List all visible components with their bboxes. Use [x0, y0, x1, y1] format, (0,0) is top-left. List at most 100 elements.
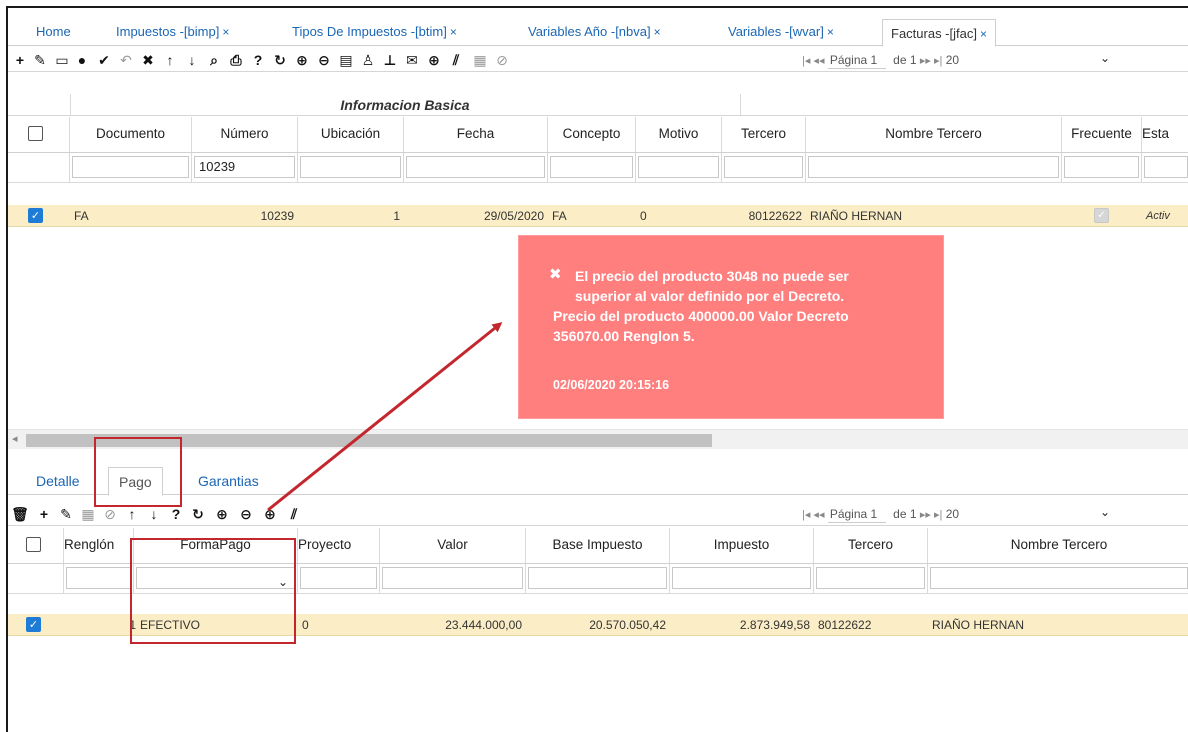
refresh-icon[interactable]: ↻	[270, 50, 290, 70]
comment-icon[interactable]: ▤	[336, 50, 356, 70]
arrow-up-icon[interactable]: ↑	[122, 504, 142, 524]
filter-estado[interactable]	[1144, 156, 1188, 178]
undo-icon[interactable]: ↶	[116, 50, 136, 70]
filter-concepto[interactable]	[550, 156, 633, 178]
tab-tipos-impuestos[interactable]: Tipos De Impuestos -[btim] ×	[284, 18, 465, 46]
filter-proyecto[interactable]	[300, 567, 377, 589]
user-icon[interactable]: ♙	[358, 50, 378, 70]
col-ubicacion[interactable]: Ubicación	[298, 117, 404, 152]
next-page-icon[interactable]: ▸▸ ▸|	[920, 509, 942, 521]
arrow-up-icon[interactable]: ↑	[160, 50, 180, 70]
tab-variables[interactable]: Variables -[wvar] ×	[720, 18, 842, 46]
col-renglon[interactable]: Renglón	[64, 528, 134, 563]
close-icon[interactable]: ×	[222, 25, 229, 39]
filter-documento[interactable]	[72, 156, 189, 178]
block-icon[interactable]: ⊘	[100, 504, 120, 524]
filter-tercero[interactable]	[724, 156, 803, 178]
col-nombre-tercero[interactable]: Nombre Tercero	[928, 528, 1188, 563]
zoom-in-icon[interactable]: ⊕	[212, 504, 232, 524]
tab-variables-ano[interactable]: Variables Año -[nbva] ×	[520, 18, 669, 46]
filter-fecha[interactable]	[406, 156, 545, 178]
arrow-down-icon[interactable]: ↓	[182, 50, 202, 70]
chevron-down-icon[interactable]: ⌄	[1100, 505, 1110, 519]
plus-circle-icon[interactable]: ⊕	[260, 504, 280, 524]
col-motivo[interactable]: Motivo	[636, 117, 722, 152]
col-tercero[interactable]: Tercero	[722, 117, 806, 152]
first-page-icon[interactable]: |◂ ◂◂	[802, 509, 824, 521]
filter-renglon[interactable]	[66, 567, 131, 589]
first-page-icon[interactable]: |◂ ◂◂	[802, 55, 824, 67]
save-icon[interactable]: ●	[72, 50, 92, 70]
page-size[interactable]: 20	[946, 507, 959, 521]
col-fecha[interactable]: Fecha	[404, 117, 548, 152]
page-input[interactable]: Página 1	[827, 51, 886, 69]
grid-icon[interactable]: ▦	[470, 50, 490, 70]
cancel-icon[interactable]: ✖	[138, 50, 158, 70]
trash-icon[interactable]: 🗑	[10, 504, 30, 524]
tab-impuestos[interactable]: Impuestos -[bimp] ×	[108, 18, 237, 46]
scroll-left-icon[interactable]: ◂	[12, 432, 18, 445]
add-icon[interactable]: +	[34, 504, 54, 524]
col-concepto[interactable]: Concepto	[548, 117, 636, 152]
chevron-down-icon[interactable]: ⌄	[1100, 51, 1110, 65]
col-nombre-tercero[interactable]: Nombre Tercero	[806, 117, 1062, 152]
row-checkbox[interactable]: ✓	[26, 617, 41, 632]
check-icon[interactable]: ✔	[94, 50, 114, 70]
col-numero[interactable]: Número	[192, 117, 298, 152]
arrow-down-icon[interactable]: ↓	[144, 504, 164, 524]
close-icon[interactable]: ×	[980, 27, 987, 41]
zoom-in-icon[interactable]: ⊕	[292, 50, 312, 70]
pin-icon[interactable]: ⊥	[380, 50, 400, 70]
search-icon[interactable]: ⌕	[204, 50, 224, 70]
edit-icon[interactable]: ✎	[56, 504, 76, 524]
plus-circle-icon[interactable]: ⊕	[424, 50, 444, 70]
zoom-out-icon[interactable]: ⊖	[314, 50, 334, 70]
col-valor[interactable]: Valor	[380, 528, 526, 563]
zoom-out-icon[interactable]: ⊖	[236, 504, 256, 524]
filter-valor[interactable]	[382, 567, 523, 589]
refresh-icon[interactable]: ↻	[188, 504, 208, 524]
slash-icon[interactable]: ⫽	[284, 504, 304, 524]
tab-detalle[interactable]: Detalle	[26, 467, 90, 495]
add-icon[interactable]: +	[10, 50, 30, 70]
tab-facturas[interactable]: Facturas -[jfac] ×	[882, 19, 996, 47]
filter-base-impuesto[interactable]	[528, 567, 667, 589]
help-icon[interactable]: ?	[166, 504, 186, 524]
col-base-impuesto[interactable]: Base Impuesto	[526, 528, 670, 563]
col-documento[interactable]: Documento	[70, 117, 192, 152]
close-icon[interactable]: ×	[450, 25, 457, 39]
page-input[interactable]: Página 1	[827, 505, 886, 523]
select-all-checkbox[interactable]	[26, 537, 41, 552]
print-icon[interactable]: ⎙	[226, 50, 246, 70]
filter-tercero[interactable]	[816, 567, 925, 589]
slash-icon[interactable]: ⫽	[446, 50, 466, 70]
erase-icon[interactable]: ▭	[52, 50, 72, 70]
col-frecuente[interactable]: Frecuente	[1062, 117, 1142, 152]
next-page-icon[interactable]: ▸▸ ▸|	[920, 55, 942, 67]
filter-motivo[interactable]	[638, 156, 719, 178]
tab-home[interactable]: Home	[28, 18, 79, 46]
col-estado[interactable]: Esta	[1142, 117, 1188, 152]
tab-garantias[interactable]: Garantias	[188, 467, 269, 495]
block-icon[interactable]: ⊘	[492, 50, 512, 70]
col-impuesto[interactable]: Impuesto	[670, 528, 814, 563]
select-all-checkbox[interactable]	[28, 126, 43, 141]
filter-nombre-tercero[interactable]	[930, 567, 1188, 589]
help-icon[interactable]: ?	[248, 50, 268, 70]
col-proyecto[interactable]: Proyecto	[298, 528, 380, 563]
page-size[interactable]: 20	[946, 53, 959, 67]
table-row[interactable]: ✓ FA 10239 1 29/05/2020 FA 0 80122622 RI…	[8, 205, 1188, 227]
filter-impuesto[interactable]	[672, 567, 811, 589]
filter-nombre-tercero[interactable]	[808, 156, 1059, 178]
mail-icon[interactable]: ✉	[402, 50, 422, 70]
filter-numero[interactable]: 10239	[194, 156, 295, 178]
col-tercero[interactable]: Tercero	[814, 528, 928, 563]
close-icon[interactable]: ×	[654, 25, 661, 39]
close-icon[interactable]: ×	[827, 25, 834, 39]
filter-ubicacion[interactable]	[300, 156, 401, 178]
row-checkbox[interactable]: ✓	[28, 208, 43, 223]
horizontal-scrollbar[interactable]: ◂	[8, 429, 1188, 449]
save-icon[interactable]: ▦	[78, 504, 98, 524]
edit-icon[interactable]: ✎	[30, 50, 50, 70]
filter-frecuente[interactable]	[1064, 156, 1139, 178]
